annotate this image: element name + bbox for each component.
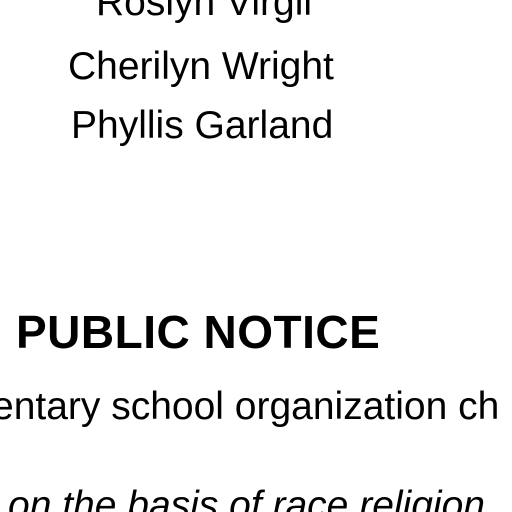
public-notice-heading: PUBLIC NOTICE xyxy=(16,306,381,358)
name-line-2: Cherilyn Wright xyxy=(68,45,334,88)
cut-off-text-line: on the basis of race religion xyxy=(8,484,485,512)
document-page: Roslyn Virgil Cherilyn Wright Phyllis Ga… xyxy=(0,0,512,512)
notice-body-line: entary school organization ch xyxy=(0,385,500,428)
name-line-1: Roslyn Virgil xyxy=(96,0,313,24)
name-line-3: Phyllis Garland xyxy=(71,104,334,147)
